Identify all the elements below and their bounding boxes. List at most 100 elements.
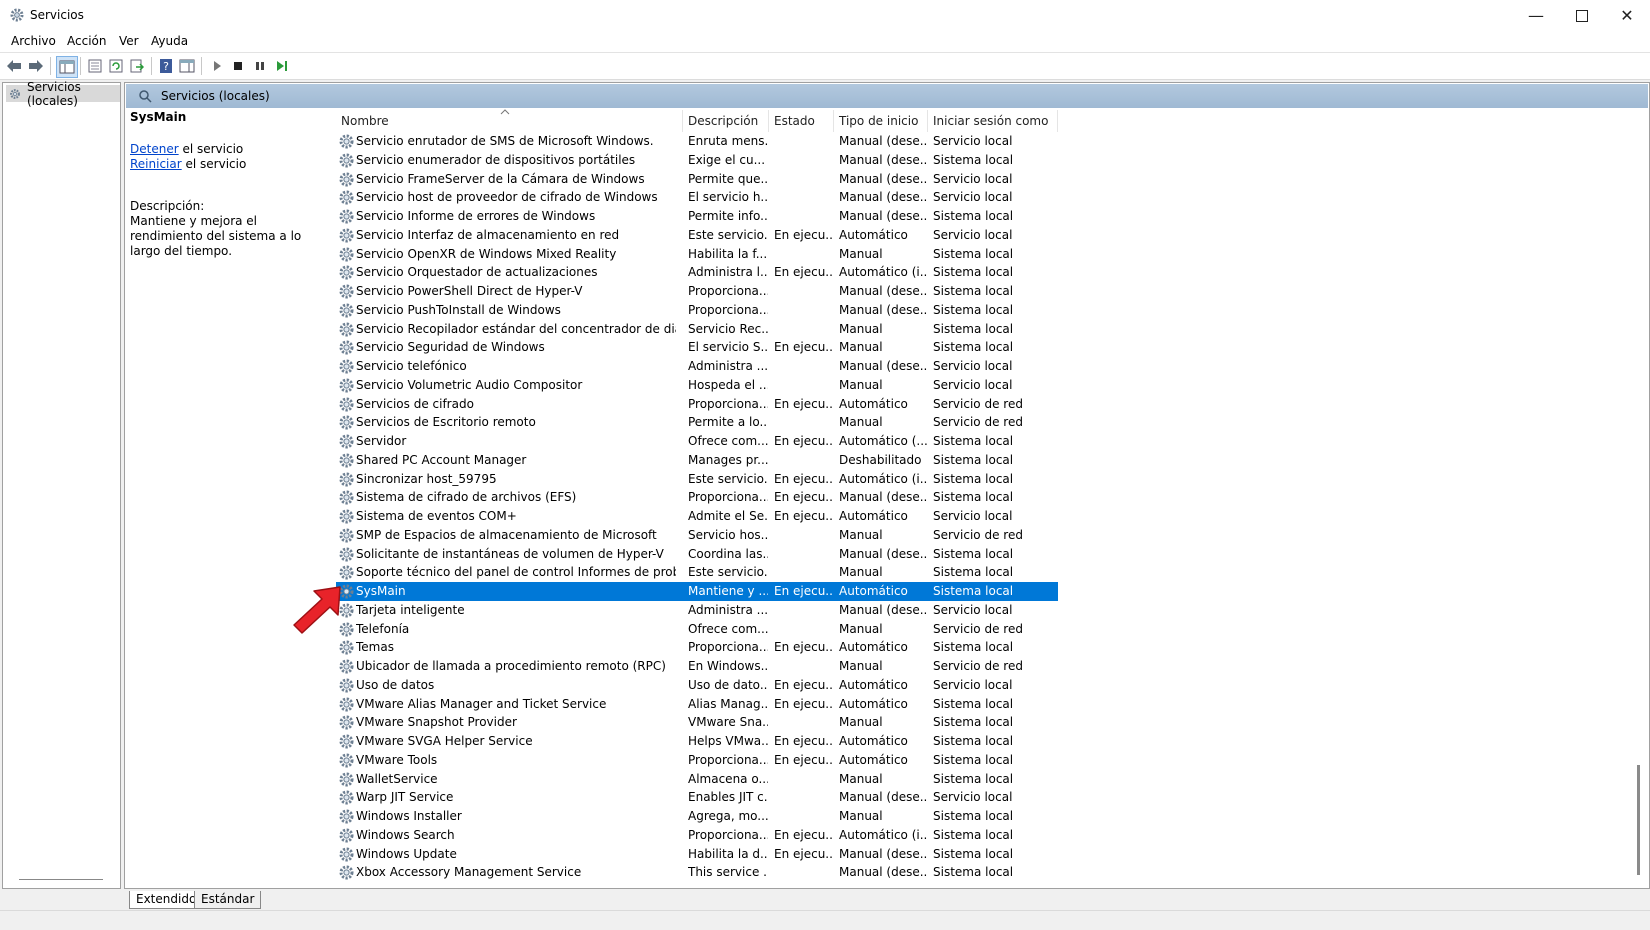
service-description: Proporciona... [688,302,768,317]
table-row[interactable]: Servicio Recopilador estándar del concen… [336,320,1058,339]
help-button[interactable]: ? [156,56,176,76]
column-header-name[interactable]: Nombre [336,109,683,132]
column-header-description[interactable]: Descripción [683,110,769,132]
table-row[interactable]: Warp JIT Service Enables JIT c... Manual (… [336,788,1058,807]
menu-archivo[interactable]: Archivo [11,34,56,48]
service-startup-type: Manual [839,565,883,580]
properties-button[interactable] [85,56,105,76]
table-row[interactable]: Servicio PowerShell Direct de Hyper-V Pro… [336,282,1058,301]
start-service-button[interactable] [207,56,227,76]
table-row[interactable]: SMP de Espacios de almacenamiento de Mic… [336,526,1058,545]
table-row[interactable]: Soporte técnico del panel de control Inf… [336,563,1058,582]
service-status: En ejecu... [774,490,834,505]
service-status: En ejecu... [774,265,834,280]
menu-accion[interactable]: Acción [67,34,106,48]
service-startup-type: Manual (dese... [839,209,927,223]
service-gear-icon [339,640,354,655]
service-startup-type: Manual [839,321,883,336]
service-startup-type: Manual [839,377,883,392]
service-name: Servicio FrameServer de la Cámara de Win… [356,171,645,186]
table-row[interactable]: Servicio host de proveedor de cifrado de… [336,188,1058,207]
table-row[interactable]: Temas Proporciona... En ejecu... Automático… [336,638,1058,657]
table-row[interactable]: Windows Installer Agrega, mo... Manual Sist… [336,807,1058,826]
close-button[interactable]: ✕ [1604,0,1650,31]
table-row[interactable]: Windows Search Proporciona... En ejecu... A… [336,826,1058,845]
column-header-status[interactable]: Estado [769,110,834,132]
service-log-on-as: Servicio local [933,790,1013,805]
table-row[interactable]: Servicio enrutador de SMS de Microsoft W… [336,132,1058,151]
table-row[interactable]: Xbox Accessory Management Service This se… [336,863,1058,882]
service-description: Proporciona... [688,640,768,655]
service-startup-type: Manual (dese... [839,790,927,805]
table-row[interactable]: Tarjeta inteligente Administra ... Manual … [336,601,1058,620]
service-log-on-as: Sistema local [933,715,1014,730]
minimize-button[interactable]: — [1513,0,1559,31]
table-row[interactable]: Servicio Interfaz de almacenamiento en r… [336,226,1058,245]
stop-service-link[interactable]: Detener [130,142,179,156]
table-row[interactable]: Ubicador de llamada a procedimiento remo… [336,657,1058,676]
refresh-button[interactable] [106,56,126,76]
menu-ver[interactable]: Ver [119,34,139,48]
table-row[interactable]: SysMain Mantiene y ... En ejecu... Automáti… [336,582,1058,601]
maximize-icon [1576,9,1588,22]
service-status: En ejecu... [774,827,834,842]
table-row[interactable]: VMware Alias Manager and Ticket Service A… [336,695,1058,714]
forward-button[interactable] [26,56,46,76]
table-row[interactable]: Uso de datos Uso de dato... En ejecu... Aut… [336,676,1058,695]
export-list-button[interactable] [127,56,147,76]
table-row[interactable]: Solicitante de instantáneas de volumen d… [336,545,1058,564]
service-startup-type: Manual (dese... [839,284,927,298]
table-row[interactable]: Servicio Informe de errores de Windows Pe… [336,207,1058,226]
table-row[interactable]: Servicio PushToInstall de Windows Proporc… [336,301,1058,320]
table-row[interactable]: WalletService Almacena o... Manual Sistema … [336,770,1058,789]
service-log-on-as: Sistema local [933,640,1014,655]
table-row[interactable]: Servicio enumerador de dispositivos port… [336,151,1058,170]
table-row[interactable]: Sistema de cifrado de archivos (EFS) Prop… [336,488,1058,507]
table-row[interactable]: Servicio OpenXR de Windows Mixed Reality… [336,245,1058,264]
service-description: Proporciona... [688,490,768,505]
back-arrow-icon [7,60,21,72]
tab-standard[interactable]: Estándar [194,891,262,909]
service-name: Servidor [356,434,407,448]
service-gear-icon [339,772,354,786]
table-row[interactable]: VMware Tools Proporciona... En ejecu... Aut… [336,751,1058,770]
table-row[interactable]: VMware SVGA Helper Service Helps VMwa... E… [336,732,1058,751]
maximize-button[interactable] [1559,0,1605,31]
service-name: Servicio OpenXR de Windows Mixed Reality [356,246,617,261]
service-log-on-as: Sistema local [933,490,1014,505]
table-row[interactable]: Shared PC Account Manager Manages pr... De… [336,451,1058,470]
table-row[interactable]: Windows Update Habilita la d... En ejecu..… [336,845,1058,864]
tree-horizontal-scrollbar[interactable] [19,879,103,880]
pause-service-button[interactable] [250,56,270,76]
menu-bar: Archivo Acción Ver Ayuda [0,31,1650,53]
table-row[interactable]: Sincronizar host_59795 Este servicio... En… [336,470,1058,489]
table-row[interactable]: Servicio Seguridad de Windows El servicio… [336,338,1058,357]
stop-service-button[interactable] [228,56,248,76]
table-row[interactable]: Servidor Ofrece com... En ejecu... Automáti… [336,432,1058,451]
table-row[interactable]: Servicio FrameServer de la Cámara de Win… [336,170,1058,189]
show-action-pane-button[interactable] [177,56,197,76]
show-hide-console-tree-button[interactable] [56,56,78,78]
vertical-scrollbar-thumb[interactable] [1637,765,1640,875]
table-row[interactable]: Servicio Volumetric Audio Compositor Hosp… [336,376,1058,395]
service-name: Servicio enrutador de SMS de Microsoft W… [356,134,654,148]
back-button[interactable] [4,56,24,76]
column-header-startup-type[interactable]: Tipo de inicio [834,110,928,132]
service-description: El servicio S... [688,340,768,355]
restart-service-link[interactable]: Reiniciar [130,157,182,171]
menu-ayuda[interactable]: Ayuda [151,34,188,48]
table-row[interactable]: Servicios de cifrado Proporciona... En eje… [336,395,1058,414]
service-startup-type: Manual [839,715,883,730]
svg-text:?: ? [163,60,169,73]
table-row[interactable]: Servicios de Escritorio remoto Permite a … [336,413,1058,432]
table-row[interactable]: Servicio Orquestador de actualizaciones A… [336,263,1058,282]
service-log-on-as: Sistema local [933,152,1014,167]
table-row[interactable]: VMware Snapshot Provider VMware Sna... Man… [336,713,1058,732]
table-row[interactable]: Telefonía Ofrece com... Manual Servicio de … [336,620,1058,639]
restart-service-button[interactable] [272,56,292,76]
tree-node-services-local[interactable]: Servicios (locales) [6,80,120,108]
table-row[interactable]: Servicio telefónico Administra ... Manual … [336,357,1058,376]
column-header-log-on-as[interactable]: Iniciar sesión como [928,110,1058,132]
tab-extended[interactable]: Extendido [129,891,204,909]
table-row[interactable]: Sistema de eventos COM+ Admite el Se... En… [336,507,1058,526]
